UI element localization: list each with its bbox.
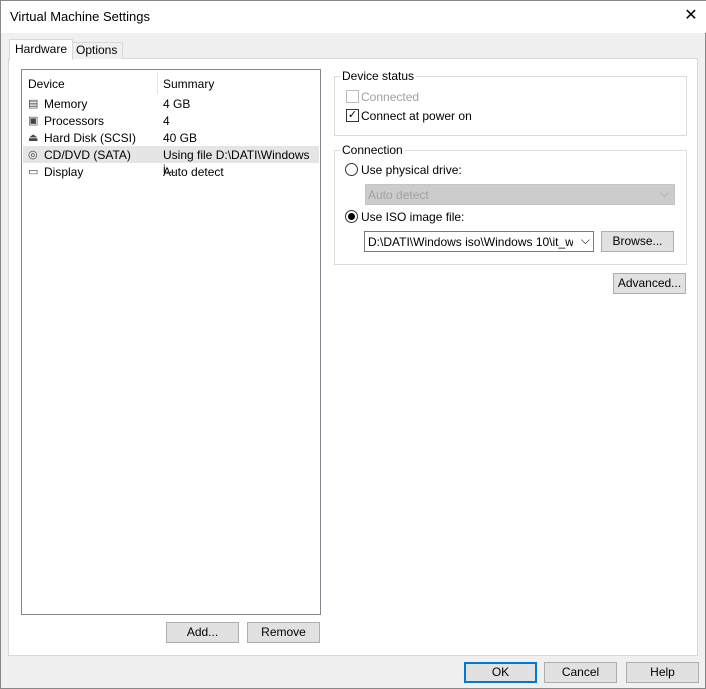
device-row-display[interactable]: ▭ Display Auto detect [23,163,319,180]
device-status-group [334,76,687,136]
advanced-button[interactable]: Advanced... [613,273,686,294]
device-status-label: Device status [340,69,417,83]
window-title: Virtual Machine Settings [10,9,150,24]
connection-label: Connection [340,143,405,157]
tab-hardware[interactable]: Hardware [9,39,74,60]
column-divider[interactable] [157,72,158,94]
hard-disk-icon: ⏏ [28,132,39,144]
device-summary: 4 GB [163,97,191,111]
device-name: Display [44,165,84,179]
physical-drive-label: Use physical drive: [361,163,462,177]
device-name: Processors [44,114,105,128]
memory-icon: ▤ [28,98,39,110]
device-name: Memory [44,97,88,111]
add-button[interactable]: Add... [166,622,239,643]
column-header-device[interactable]: Device [28,77,65,93]
iso-path-combobox[interactable]: D:\DATI\Windows iso\Windows 10\it_windc … [364,231,594,252]
device-row-memory[interactable]: ▤ Memory 4 GB [23,95,319,112]
cd-dvd-icon: ◎ [28,149,38,161]
processor-icon: ▣ [28,115,39,127]
close-icon[interactable]: ✕ [681,5,701,27]
chevron-down-icon: ⌵ [659,186,669,200]
device-row-processors[interactable]: ▣ Processors 4 [23,112,319,129]
device-row-hard-disk-scsi[interactable]: ⏏ Hard Disk (SCSI) 40 GB [23,129,319,146]
connect-at-power-on-checkbox[interactable]: ✓ [346,109,359,122]
tab-options[interactable]: Options [70,42,124,59]
connected-label: Connected [361,90,420,104]
browse-button[interactable]: Browse... [601,231,674,252]
device-summary: 40 GB [163,131,198,145]
remove-button[interactable]: Remove [247,622,320,643]
display-icon: ▭ [28,166,39,178]
connect-at-power-on-label: Connect at power on [361,109,472,123]
device-name: CD/DVD (SATA) [44,148,131,162]
help-button[interactable]: Help [626,662,699,683]
ok-button[interactable]: OK [464,662,537,683]
iso-image-radio[interactable] [345,210,358,223]
iso-path-value: D:\DATI\Windows iso\Windows 10\it_windc [368,235,573,249]
column-header-summary[interactable]: Summary [163,77,214,93]
cancel-button[interactable]: Cancel [544,662,617,683]
device-name: Hard Disk (SCSI) [44,131,137,145]
device-row-cd-dvd-sata[interactable]: ◎ CD/DVD (SATA) Using file D:\DATI\Windo… [23,146,319,176]
title-bar: Virtual Machine Settings ✕ [1,1,706,33]
physical-drive-radio[interactable] [345,163,358,176]
physical-drive-value: Auto detect [368,188,429,202]
chevron-down-icon[interactable]: ⌵ [581,233,590,248]
iso-image-label: Use ISO image file: [361,210,465,224]
device-list[interactable]: Device Summary ▤ Memory 4 GB ▣ Processors… [21,69,321,615]
device-summary: 4 [163,114,170,128]
device-summary: Auto detect [163,165,224,179]
physical-drive-select[interactable]: Auto detect ⌵ [365,184,675,205]
connected-checkbox[interactable] [346,90,359,103]
